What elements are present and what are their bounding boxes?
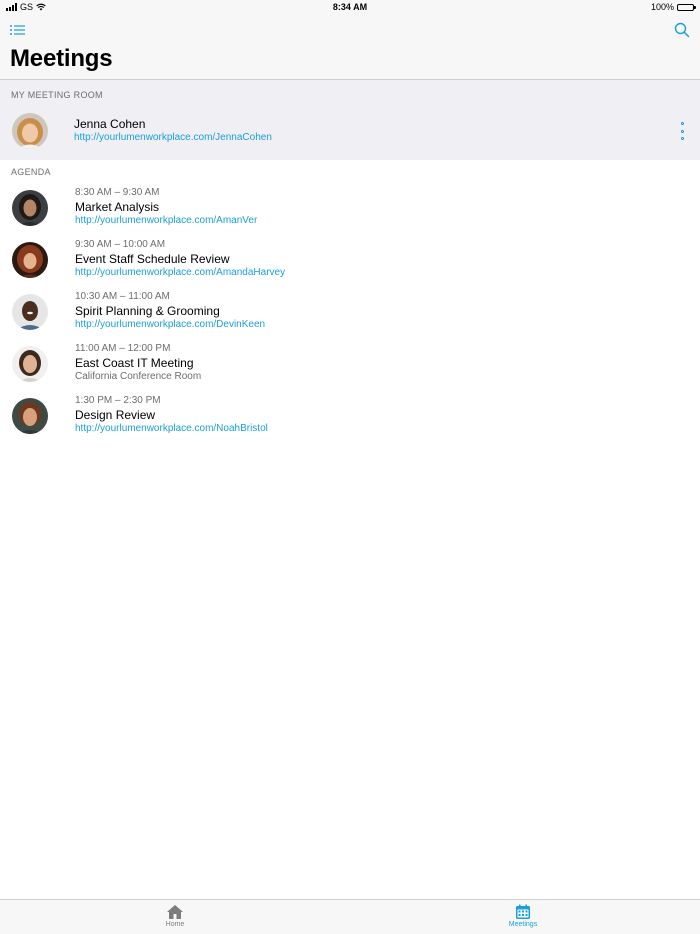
calendar-icon: [516, 904, 530, 919]
battery-icon: [677, 3, 696, 11]
my-meeting-room-section: MY MEETING ROOM Jenna Cohen http://yourl…: [0, 80, 700, 160]
meeting-title: Market Analysis: [75, 200, 160, 214]
more-options-button[interactable]: [678, 122, 686, 140]
meeting-title: Event Staff Schedule Review: [75, 252, 230, 266]
tab-meetings[interactable]: Meetings: [493, 904, 553, 928]
tab-home-label: Home: [165, 921, 185, 928]
avatar: [12, 242, 48, 278]
meeting-time: 10:30 AM – 11:00 AM: [75, 291, 170, 302]
tab-meetings-label: Meetings: [508, 921, 538, 928]
agenda-item[interactable]: 1:30 PM – 2:30 PM Design Review http://y…: [0, 392, 700, 444]
avatar: [12, 398, 48, 434]
my-room-link[interactable]: http://yourlumenworkplace.com/JennaCohen: [74, 132, 272, 143]
menu-button[interactable]: [9, 23, 27, 37]
my-meeting-room-header: MY MEETING ROOM: [11, 90, 103, 100]
avatar: [12, 346, 48, 382]
meeting-title: Design Review: [75, 408, 156, 422]
meeting-link[interactable]: http://yourlumenworkplace.com/DevinKeen: [75, 319, 265, 330]
avatar: [12, 294, 48, 330]
meeting-time: 9:30 AM – 10:00 AM: [75, 239, 166, 250]
meeting-time: 11:00 AM – 12:00 PM: [75, 343, 171, 354]
status-bar: GS 8:34 AM 100%: [0, 0, 700, 14]
meeting-time: 8:30 AM – 9:30 AM: [75, 187, 160, 198]
agenda-item[interactable]: 10:30 AM – 11:00 AM Spirit Planning & Gr…: [0, 288, 700, 340]
battery-percentage: 100%: [650, 2, 674, 12]
meeting-title: Spirit Planning & Grooming: [75, 304, 220, 318]
meeting-time: 1:30 PM – 2:30 PM: [75, 395, 161, 406]
my-meeting-room-row[interactable]: Jenna Cohen http://yourlumenworkplace.co…: [0, 106, 700, 160]
page-title: Meetings: [10, 45, 113, 72]
avatar: [12, 113, 48, 149]
agenda-item[interactable]: 11:00 AM – 12:00 PM East Coast IT Meetin…: [0, 340, 700, 392]
meeting-location: California Conference Room: [75, 371, 202, 382]
tab-bar: Home Meetings: [0, 899, 700, 934]
meeting-link[interactable]: http://yourlumenworkplace.com/NoahBristo…: [75, 423, 268, 434]
home-icon: [167, 905, 183, 919]
search-button[interactable]: [674, 22, 690, 38]
agenda-item[interactable]: 9:30 AM – 10:00 AM Event Staff Schedule …: [0, 236, 700, 288]
status-right: 100%: [650, 2, 696, 12]
meeting-link[interactable]: http://yourlumenworkplace.com/AmanVer: [75, 215, 257, 226]
navigation-bar: Meetings: [0, 14, 700, 80]
more-vertical-icon: [680, 122, 684, 125]
list-icon: [10, 25, 25, 35]
my-room-owner-name: Jenna Cohen: [74, 117, 146, 131]
agenda-item[interactable]: 8:30 AM – 9:30 AM Market Analysis http:/…: [0, 184, 700, 236]
search-icon: [674, 22, 690, 38]
agenda-header: AGENDA: [11, 167, 51, 177]
avatar: [12, 190, 48, 226]
tab-home[interactable]: Home: [145, 904, 205, 928]
status-time: 8:34 AM: [332, 2, 368, 12]
meeting-link[interactable]: http://yourlumenworkplace.com/AmandaHarv…: [75, 267, 285, 278]
meeting-title: East Coast IT Meeting: [75, 356, 194, 370]
